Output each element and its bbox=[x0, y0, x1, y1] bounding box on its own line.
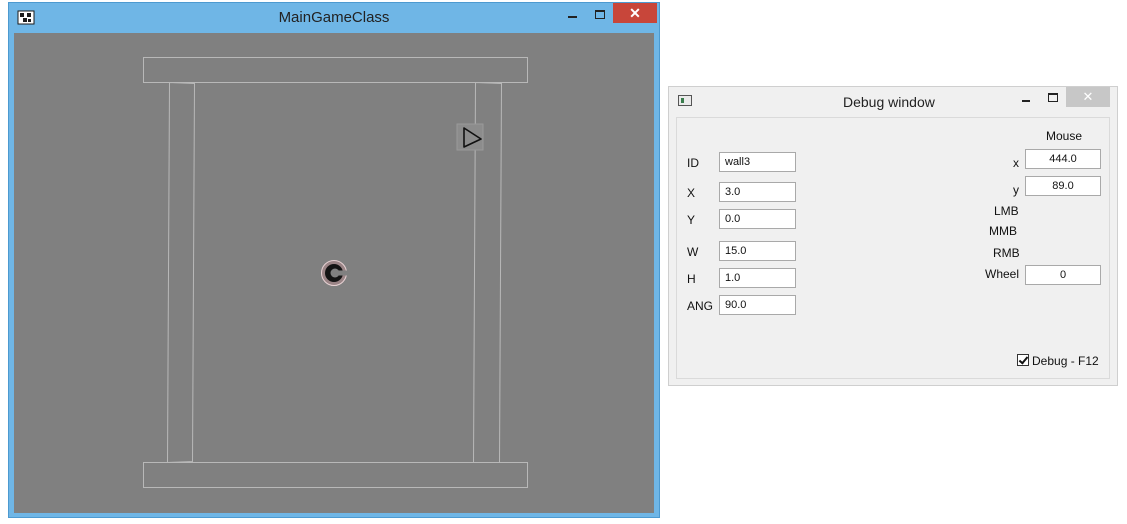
mouse-x-field[interactable]: 444.0 bbox=[1025, 149, 1101, 169]
mouse-x-label: x bbox=[1013, 156, 1019, 170]
w-field[interactable]: 15.0 bbox=[719, 241, 796, 261]
debug-checkbox-label[interactable]: Debug - F12 bbox=[1032, 354, 1099, 368]
debug-window: Debug window ✕ ID wall3 X 3.0 Y 0.0 W 15… bbox=[668, 86, 1118, 386]
minimize-button[interactable] bbox=[562, 5, 586, 25]
debug-panel: ID wall3 X 3.0 Y 0.0 W 15.0 H 1.0 ANG 90… bbox=[676, 117, 1110, 379]
wall-top[interactable] bbox=[143, 57, 528, 83]
game-title-bar[interactable]: MainGameClass ✕ bbox=[9, 3, 659, 33]
game-canvas[interactable] bbox=[14, 33, 654, 513]
x-field[interactable]: 3.0 bbox=[719, 182, 796, 202]
wall-left[interactable] bbox=[166, 81, 196, 464]
ang-label: ANG bbox=[687, 299, 714, 313]
y-field[interactable]: 0.0 bbox=[719, 209, 796, 229]
cursor-icon bbox=[456, 123, 484, 151]
maximize-button[interactable] bbox=[1041, 89, 1065, 107]
app-icon bbox=[678, 95, 692, 106]
mouse-y-label: y bbox=[1013, 183, 1019, 197]
id-field[interactable]: wall3 bbox=[719, 152, 796, 172]
x-label: X bbox=[687, 186, 696, 200]
maximize-button[interactable] bbox=[589, 5, 613, 25]
close-button[interactable]: ✕ bbox=[613, 3, 657, 23]
w-label: W bbox=[687, 245, 699, 259]
wheel-field[interactable]: 0 bbox=[1025, 265, 1101, 285]
lmb-label: LMB bbox=[994, 204, 1019, 218]
minimize-button[interactable] bbox=[1015, 89, 1039, 107]
wall-bottom[interactable] bbox=[143, 462, 528, 488]
id-label: ID bbox=[687, 156, 699, 170]
h-label: H bbox=[687, 272, 696, 286]
mmb-label: MMB bbox=[989, 224, 1017, 238]
h-field[interactable]: 1.0 bbox=[719, 268, 796, 288]
rmb-label: RMB bbox=[993, 246, 1020, 260]
player-icon bbox=[321, 260, 348, 286]
debug-checkbox[interactable] bbox=[1017, 354, 1029, 366]
ang-field[interactable]: 90.0 bbox=[719, 295, 796, 315]
mouse-y-field[interactable]: 89.0 bbox=[1025, 176, 1101, 196]
close-button[interactable]: ✕ bbox=[1066, 87, 1110, 107]
main-game-window: MainGameClass ✕ bbox=[8, 2, 660, 518]
wheel-label: Wheel bbox=[985, 267, 1020, 281]
y-label: Y bbox=[687, 213, 696, 227]
mouse-heading: Mouse bbox=[1046, 129, 1083, 143]
window-title: Debug window bbox=[843, 94, 935, 110]
